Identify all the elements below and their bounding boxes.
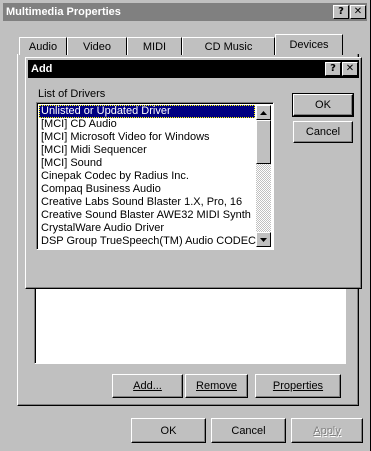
add-dialog-help-button[interactable]: ? — [325, 62, 341, 76]
remove-label: Remove — [196, 380, 237, 392]
driver-list-item[interactable]: Creative Sound Blaster AWE32 MIDI Synth — [39, 209, 255, 222]
driver-list-item[interactable]: [MCI] Microsoft Video for Windows — [39, 131, 255, 144]
main-ok-button[interactable]: OK — [131, 418, 206, 443]
scroll-thumb[interactable] — [256, 120, 271, 164]
main-window-title: Multimedia Properties — [6, 6, 121, 18]
add-dialog-ok-button[interactable]: OK — [292, 93, 354, 117]
add-dialog-cancel-label: Cancel — [305, 126, 341, 138]
add-device-label: Add... — [133, 380, 162, 392]
driver-list-item[interactable]: Unlisted or Updated Driver — [39, 105, 255, 118]
drivers-items: Unlisted or Updated Driver [MCI] CD Audio… — [39, 105, 256, 248]
main-title-bar[interactable]: Multimedia Properties — [3, 3, 367, 21]
driver-list-item[interactable]: [MCI] CD Audio — [39, 118, 255, 131]
close-icon: ✕ — [345, 63, 355, 74]
add-dialog-title: Add — [31, 63, 53, 75]
close-icon: ✕ — [353, 6, 363, 17]
tab-midi-label: MIDI — [142, 40, 167, 53]
scroll-down-button[interactable] — [256, 232, 271, 247]
main-ok-label: OK — [160, 424, 177, 437]
drivers-scrollbar[interactable] — [256, 105, 271, 247]
driver-list-item[interactable]: Compaq Business Audio — [39, 183, 255, 196]
main-cancel-button[interactable]: Cancel — [211, 418, 286, 443]
apply-button[interactable]: Apply — [291, 418, 363, 443]
tab-cd-music-label: CD Music — [204, 40, 253, 53]
remove-button[interactable]: Remove — [185, 374, 248, 398]
tab-video[interactable]: Video — [67, 37, 127, 55]
driver-list-item[interactable]: Cinepak Codec by Radius Inc. — [39, 170, 255, 183]
tab-audio[interactable]: Audio — [19, 37, 67, 55]
driver-list-item[interactable]: CrystalWare Audio Driver — [39, 222, 255, 235]
tab-devices-label: Devices — [289, 39, 329, 51]
help-icon: ? — [338, 6, 344, 17]
driver-list-item[interactable]: [MCI] Midi Sequencer — [39, 144, 255, 157]
main-close-button[interactable]: ✕ — [350, 5, 366, 19]
add-dialog-title-bar[interactable]: Add — [28, 60, 359, 78]
add-device-button[interactable]: Add... — [112, 374, 183, 398]
tab-midi[interactable]: MIDI — [127, 37, 182, 55]
drivers-list-label-text: List of Drivers — [38, 88, 106, 100]
arrow-up-icon — [260, 110, 267, 115]
driver-list-item[interactable]: Creative Labs Sound Blaster 1.X, Pro, 16 — [39, 196, 255, 209]
tab-devices[interactable]: Devices — [275, 34, 343, 55]
tab-cd-music[interactable]: CD Music — [182, 37, 275, 55]
drivers-listbox[interactable]: Unlisted or Updated Driver [MCI] CD Audio… — [36, 102, 274, 250]
add-dialog-ok-label: OK — [315, 99, 331, 111]
add-dialog-cancel-button[interactable]: Cancel — [293, 121, 353, 143]
add-dialog-close-button[interactable]: ✕ — [342, 62, 358, 76]
driver-list-item[interactable]: [MCI] Sound — [39, 157, 255, 170]
help-icon: ? — [330, 63, 336, 74]
arrow-down-icon — [260, 237, 267, 242]
main-cancel-label: Cancel — [231, 424, 266, 437]
drivers-list-label: List of Drivers — [38, 88, 105, 100]
add-dialog: Add ? ✕ List of Drivers Unlisted or Upda… — [25, 57, 362, 289]
properties-label: Properties — [272, 380, 324, 392]
tab-video-label: Video — [83, 40, 111, 53]
tab-audio-label: Audio — [28, 40, 58, 53]
scroll-up-button[interactable] — [256, 105, 271, 120]
driver-list-item[interactable]: DSP Group TrueSpeech(TM) Audio CODEC — [39, 235, 256, 248]
apply-label: Apply — [313, 424, 341, 437]
properties-button[interactable]: Properties — [255, 374, 341, 398]
main-help-button[interactable]: ? — [333, 5, 349, 19]
